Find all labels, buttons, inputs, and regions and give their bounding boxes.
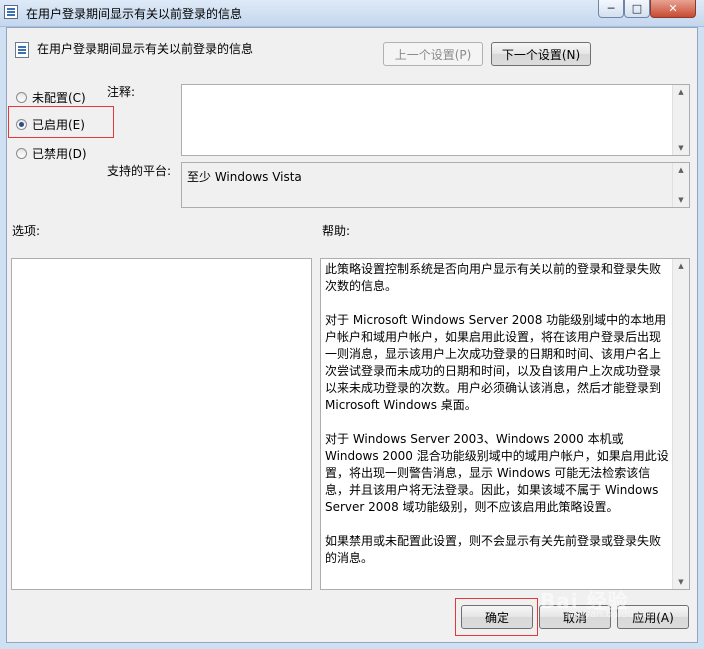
help-scrollbar[interactable]: ▲ ▼	[672, 259, 689, 589]
radio-label: 未配置(C)	[32, 91, 86, 105]
help-label: 帮助:	[322, 224, 351, 238]
window-title: 在用户登录期间显示有关以前登录的信息	[26, 7, 243, 21]
maximize-button[interactable]: □	[624, 0, 650, 18]
close-button[interactable]: ✕	[650, 0, 696, 18]
radio-circle[interactable]	[16, 119, 27, 130]
options-label: 选项:	[12, 224, 41, 238]
platform-value: 至少 Windows Vista	[187, 170, 302, 184]
ok-button[interactable]: 确定	[461, 605, 533, 629]
radio-label: 已禁用(D)	[32, 147, 87, 161]
help-text: 此策略设置控制系统是否向用户显示有关以前的登录和登录失败次数的信息。 对于 Mi…	[325, 261, 671, 584]
dialog-client: 在用户登录期间显示有关以前登录的信息 上一个设置(P) 下一个设置(N) 未配置…	[6, 27, 698, 643]
radio-not-configured[interactable]: 未配置(C)	[16, 89, 86, 106]
radio-disabled[interactable]: 已禁用(D)	[16, 145, 87, 162]
watermark-url: jingyan.baidu.com	[566, 609, 659, 620]
setting-title: 在用户登录期间显示有关以前登录的信息	[37, 42, 254, 56]
help-paragraph: 如果禁用或未配置此设置，则不会显示有关先前登录或登录失败的消息。	[325, 534, 662, 565]
scroll-down-icon[interactable]: ▼	[673, 193, 689, 207]
radio-label: 已启用(E)	[32, 118, 85, 132]
radio-circle[interactable]	[16, 92, 27, 103]
scroll-up-icon[interactable]: ▲	[673, 259, 689, 273]
prev-setting-button[interactable]: 上一个设置(P)	[383, 42, 483, 66]
close-icon: ✕	[668, 2, 678, 15]
setting-icon	[15, 42, 29, 58]
next-setting-button[interactable]: 下一个设置(N)	[491, 42, 591, 66]
policy-icon	[4, 5, 18, 19]
radio-enabled[interactable]: 已启用(E)	[16, 116, 85, 133]
scroll-down-icon[interactable]: ▼	[673, 575, 689, 589]
comment-label: 注释:	[107, 85, 136, 99]
scroll-down-icon[interactable]: ▼	[673, 141, 689, 155]
radio-circle[interactable]	[16, 148, 27, 159]
options-pane	[11, 258, 312, 590]
title-bar[interactable]: 在用户登录期间显示有关以前登录的信息 ─ □ ✕	[0, 0, 704, 27]
maximize-icon: □	[631, 2, 643, 15]
scroll-up-icon[interactable]: ▲	[673, 85, 689, 99]
platform-scrollbar[interactable]: ▲ ▼	[672, 163, 689, 207]
minimize-icon: ─	[607, 2, 615, 15]
help-pane[interactable]: 此策略设置控制系统是否向用户显示有关以前的登录和登录失败次数的信息。 对于 Mi…	[320, 258, 690, 590]
scroll-up-icon[interactable]: ▲	[673, 163, 689, 177]
help-paragraph: 对于 Windows Server 2003、Windows 2000 本机或 …	[325, 432, 669, 514]
platform-field: 至少 Windows Vista ▲ ▼	[181, 162, 690, 208]
help-paragraph: 对于 Microsoft Windows Server 2008 功能级别域中的…	[325, 313, 667, 412]
help-paragraph: 此策略设置控制系统是否向用户显示有关以前的登录和登录失败次数的信息。	[325, 262, 662, 293]
comment-field[interactable]: ▲ ▼	[181, 84, 690, 156]
minimize-button[interactable]: ─	[598, 0, 624, 18]
comment-scrollbar[interactable]: ▲ ▼	[672, 85, 689, 155]
platform-label: 支持的平台:	[107, 164, 172, 178]
